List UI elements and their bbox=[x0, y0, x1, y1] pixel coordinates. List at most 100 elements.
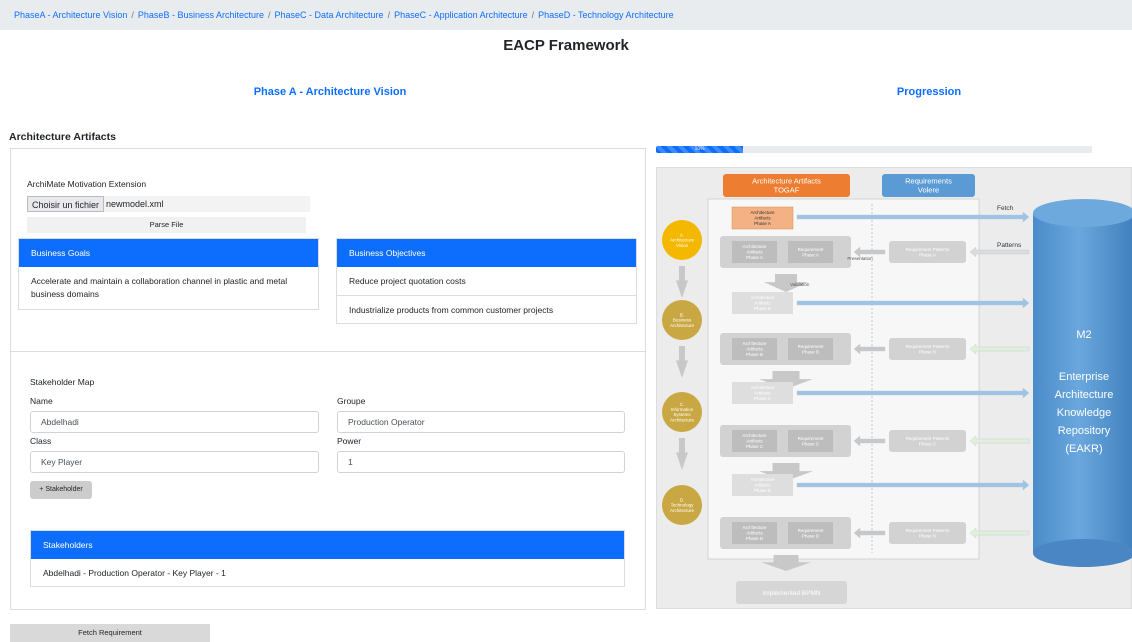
requirement-text: Phase B bbox=[802, 349, 819, 354]
repository-name: Enterprise bbox=[1059, 371, 1109, 383]
artifact-text: Phase C bbox=[746, 444, 764, 449]
choose-file-button[interactable]: Choisir un fichier bbox=[27, 196, 105, 212]
parse-file-button[interactable]: Parse File bbox=[27, 217, 306, 233]
pattern-text: Requirement Patterns bbox=[906, 436, 951, 441]
validation-label: Validation bbox=[790, 282, 810, 287]
artifacts-title: Architecture Artifacts bbox=[9, 131, 116, 143]
breadcrumb-phase-d[interactable]: PhaseD - Technology Architecture bbox=[538, 10, 673, 20]
progress-bar: 10% bbox=[656, 146, 1092, 153]
add-stakeholder-button[interactable]: + Stakeholder bbox=[30, 481, 92, 499]
groupe-label: Groupe bbox=[337, 396, 366, 406]
repository-name: (EAKR) bbox=[1065, 443, 1102, 455]
phase-a-artifact-text: Phase A bbox=[754, 221, 771, 226]
breadcrumb-separator: / bbox=[531, 10, 535, 20]
fetch-requirement-button[interactable]: Fetch Requirement bbox=[10, 624, 210, 642]
power-input[interactable]: 1 bbox=[337, 451, 625, 473]
presentation-label: Presentation bbox=[847, 256, 873, 261]
pattern-text: Requirement Patterns bbox=[906, 247, 951, 252]
stakeholder-map-title: Stakeholder Map bbox=[30, 377, 95, 387]
top-artifact-text: Artifacts bbox=[754, 301, 771, 306]
repository-code: M2 bbox=[1076, 329, 1091, 341]
phase-circle-label: Architecture bbox=[670, 323, 695, 328]
progress-fill: 10% bbox=[656, 146, 744, 153]
artifacts-header-text: Architecture Artifacts bbox=[752, 177, 821, 186]
artifact-text: Architecture bbox=[742, 244, 767, 249]
artifacts-header-text: TOGAF bbox=[774, 186, 800, 195]
patterns-label: Patterns bbox=[997, 242, 1022, 249]
requirement-text: Phase C bbox=[802, 441, 820, 446]
motivation-label: ArchiMate Motivation Extension bbox=[27, 179, 147, 189]
top-artifact-text: Phase D bbox=[754, 488, 772, 493]
list-item: Accelerate and maintain a collaboration … bbox=[31, 276, 288, 299]
name-label: Name bbox=[30, 396, 53, 406]
phase-a-artifact-text: Architecture bbox=[750, 210, 775, 215]
phase-down-arrow bbox=[676, 438, 688, 470]
page-title: EACP Framework bbox=[503, 37, 629, 54]
repository-name: Architecture bbox=[1055, 389, 1114, 401]
top-artifact-text: Architecture bbox=[750, 295, 775, 300]
top-artifact-text: Phase C bbox=[754, 396, 772, 401]
stakeholders-header: Stakeholders bbox=[31, 531, 624, 559]
implemented-bpmn-label: Implemented BPMN bbox=[762, 590, 820, 597]
requirements-header-text: Requirements bbox=[905, 177, 952, 186]
breadcrumb: PhaseA - Architecture Vision / PhaseB - Bu… bbox=[0, 0, 1132, 30]
requirement-text: Phase A bbox=[802, 252, 819, 257]
pattern-text: Requirement Patterns bbox=[906, 528, 951, 533]
artifact-text: Artifacts bbox=[746, 531, 763, 536]
phase-a-artifact-text: Artifacts bbox=[754, 216, 771, 221]
breadcrumb-separator: / bbox=[387, 10, 391, 20]
phase-circle-label: Architecture bbox=[670, 417, 695, 422]
requirement-text: Phase D bbox=[802, 533, 820, 538]
business-objectives-panel: Business Objectives Reduce project quota… bbox=[336, 238, 637, 324]
artifact-text: Architecture bbox=[742, 433, 767, 438]
top-artifact-text: Artifacts bbox=[754, 391, 771, 396]
pattern-text: Phase D bbox=[919, 533, 937, 538]
artifact-text: Phase A bbox=[746, 255, 763, 260]
breadcrumb-phase-c-application[interactable]: PhaseC - Application Architecture bbox=[394, 10, 528, 20]
requirement-text: Requirement bbox=[798, 247, 825, 252]
repository-body bbox=[1033, 213, 1132, 553]
artifact-text: Artifacts bbox=[746, 250, 763, 255]
breadcrumb-phase-b[interactable]: PhaseB - Business Architecture bbox=[138, 10, 264, 20]
class-input[interactable]: Key Player bbox=[30, 451, 319, 473]
artifact-text: Architecture bbox=[742, 525, 767, 530]
artifact-text: Phase D bbox=[746, 536, 764, 541]
phase-down-arrow bbox=[676, 266, 688, 298]
repository-name: Knowledge bbox=[1057, 407, 1111, 419]
breadcrumb-phase-c-data[interactable]: PhaseC - Data Architecture bbox=[275, 10, 384, 20]
pattern-text: Phase B bbox=[919, 349, 936, 354]
artifact-text: Phase B bbox=[746, 352, 763, 357]
top-artifact-text: Architecture bbox=[750, 477, 775, 482]
requirement-text: Requirement bbox=[798, 344, 825, 349]
section-divider bbox=[10, 351, 645, 352]
fetch-label: Fetch bbox=[997, 205, 1014, 212]
phase-circle-label: Vision bbox=[676, 243, 689, 248]
list-item: Industrialize products from common custo… bbox=[349, 305, 554, 315]
list-item: Reduce project quotation costs bbox=[337, 267, 636, 296]
list-item: Abdelhadi - Production Operator - Key Pl… bbox=[43, 568, 226, 578]
breadcrumb-separator: / bbox=[267, 10, 271, 20]
requirement-text: Requirement bbox=[798, 436, 825, 441]
top-artifact-text: Phase B bbox=[754, 306, 771, 311]
groupe-input[interactable]: Production Operator bbox=[337, 411, 625, 433]
repository-top bbox=[1033, 199, 1132, 227]
methodology-diagram-svg: Architecture ArtifactsTOGAFRequirementsV… bbox=[662, 174, 1132, 604]
power-label: Power bbox=[337, 436, 362, 446]
business-goals-header: Business Goals bbox=[19, 239, 318, 267]
requirements-header-text: Volere bbox=[918, 186, 939, 195]
repository-name: Repository bbox=[1058, 425, 1111, 437]
name-input[interactable]: Abdelhadi bbox=[30, 411, 319, 433]
artifact-text: Artifacts bbox=[746, 439, 763, 444]
top-artifact-text: Architecture bbox=[750, 385, 775, 390]
breadcrumb-separator: / bbox=[131, 10, 134, 20]
phase-title: Phase A - Architecture Vision bbox=[253, 86, 407, 98]
repository-bottom bbox=[1033, 539, 1132, 567]
pattern-text: Phase C bbox=[919, 441, 937, 446]
business-goals-panel: Business Goals Accelerate and maintain a… bbox=[18, 238, 319, 310]
breadcrumb-phase-a[interactable]: PhaseA - Architecture Vision bbox=[14, 10, 127, 20]
phase-down-arrow bbox=[676, 346, 688, 378]
pattern-text: Requirement Patterns bbox=[906, 344, 951, 349]
class-label: Class bbox=[30, 436, 52, 446]
methodology-diagram: Architecture Artifacts TOGAF Requirements V… bbox=[656, 167, 1132, 609]
artifact-text: Artifacts bbox=[746, 347, 763, 352]
